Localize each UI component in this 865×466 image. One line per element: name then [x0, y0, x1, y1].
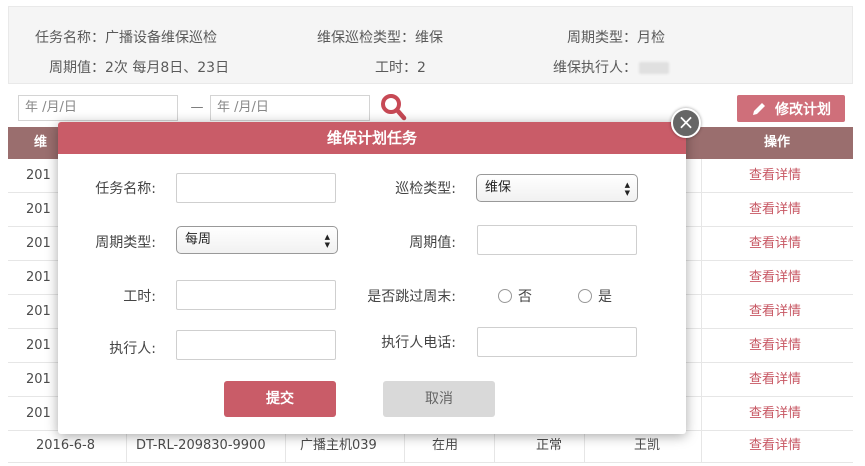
task-name-label: 任务名称: [95, 181, 156, 197]
executor-phone-field[interactable] [477, 327, 637, 357]
cycle-type-select[interactable]: 每周 ▲ ▼ [176, 226, 338, 254]
executor-label: 执行人: [109, 341, 156, 357]
work-hours-field[interactable] [176, 280, 336, 310]
submit-button[interactable]: 提交 [224, 381, 336, 417]
cycle-value-field[interactable] [477, 225, 637, 255]
skip-weekend-label: 是否跳过周末: [367, 289, 456, 305]
close-icon[interactable]: × [671, 108, 701, 138]
executor-phone-label: 执行人电话: [381, 335, 456, 351]
task-name-field[interactable] [176, 173, 336, 203]
select-arrows-icon: ▲ ▼ [624, 181, 630, 197]
inspect-type-label: 巡检类型: [395, 181, 456, 197]
executor-field[interactable] [176, 330, 336, 360]
radio-no[interactable] [498, 289, 512, 303]
inspect-type-selected: 维保 [485, 180, 512, 195]
select-arrows-icon: ▲ ▼ [324, 233, 330, 249]
radio-yes-label: 是 [598, 289, 612, 305]
skip-weekend-yes[interactable]: 是 [578, 286, 612, 306]
work-hours-label: 工时: [123, 289, 156, 305]
cancel-button[interactable]: 取消 [383, 381, 495, 417]
plan-task-modal: 维保计划任务 任务名称: 巡检类型: 维保 ▲ ▼ 周期类型: 每周 ▲ ▼ 周期值… [58, 122, 686, 434]
page: 任务名称：广播设备维保巡检 维保巡检类型：维保 周期类型：月检 周期值：2次 每… [0, 0, 865, 466]
radio-no-label: 否 [518, 289, 532, 305]
cycle-type-selected: 每周 [185, 232, 212, 247]
inspect-type-select[interactable]: 维保 ▲ ▼ [476, 174, 638, 202]
modal-title: 维保计划任务 [58, 122, 686, 154]
skip-weekend-no[interactable]: 否 [498, 286, 532, 306]
cycle-value-label: 周期值: [409, 235, 456, 251]
cycle-type-label: 周期类型: [95, 235, 156, 251]
radio-yes[interactable] [578, 289, 592, 303]
